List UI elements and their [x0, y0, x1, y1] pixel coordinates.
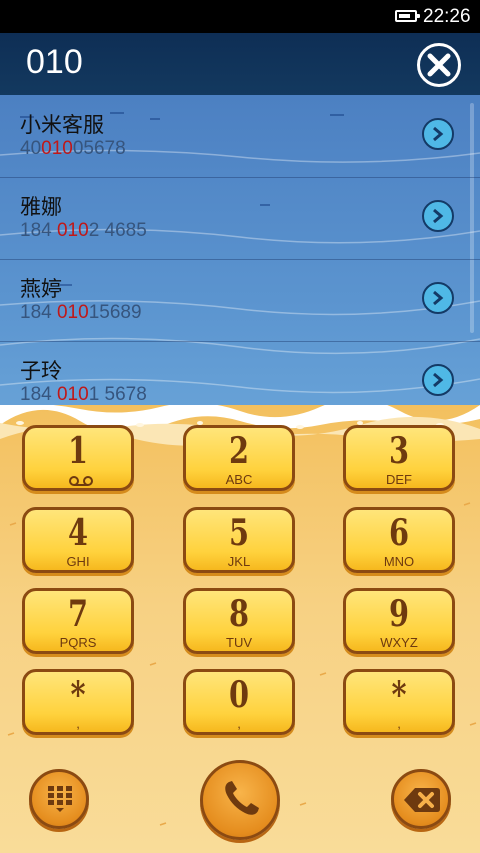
contact-row[interactable]: 雅娜 184 0102 4685 [0, 177, 480, 260]
match-highlight: 010 [41, 138, 73, 159]
match-highlight: 010 [56, 302, 89, 323]
contact-name: 小米客服 [20, 113, 104, 137]
phone-icon [225, 781, 259, 815]
key-4[interactable]: 4 GHI [22, 507, 134, 573]
contact-detail-button[interactable] [422, 200, 454, 232]
contact-number: 184 0101 5678 [20, 384, 147, 405]
chevron-right-icon [433, 290, 444, 306]
contact-detail-button[interactable] [422, 118, 454, 150]
key-2[interactable]: 2 ABC [183, 425, 295, 491]
contact-detail-button[interactable] [422, 364, 454, 396]
match-highlight: 010 [56, 384, 89, 405]
voicemail-icon [69, 476, 93, 486]
key-star[interactable]: * , [22, 669, 134, 735]
battery-icon [395, 10, 420, 22]
contact-name: 雅娜 [20, 195, 62, 219]
key-9[interactable]: 9 WXYZ [343, 588, 455, 654]
contact-detail-button[interactable] [422, 282, 454, 314]
dialer-header: 010 [0, 33, 480, 95]
chevron-right-icon [433, 372, 444, 388]
contact-number: 184 0102 4685 [20, 220, 147, 241]
clear-button[interactable] [417, 43, 461, 87]
chevron-right-icon [433, 208, 444, 224]
key-7[interactable]: 7 PQRS [22, 588, 134, 654]
delete-button[interactable] [391, 769, 451, 829]
key-0[interactable]: 0 , [183, 669, 295, 735]
contact-row[interactable]: 小米客服 4001005678 [0, 95, 480, 178]
match-highlight: 010 [56, 220, 89, 241]
chevron-right-icon [433, 126, 444, 142]
key-6[interactable]: 6 MNO [343, 507, 455, 573]
key-8[interactable]: 8 TUV [183, 588, 295, 654]
key-1[interactable]: 1 [22, 425, 134, 491]
contact-name: 燕婷 [20, 277, 62, 301]
dialed-number[interactable]: 010 [26, 43, 83, 82]
backspace-icon [404, 788, 440, 812]
contact-name: 子玲 [20, 359, 62, 383]
key-5[interactable]: 5 JKL [183, 507, 295, 573]
status-bar: 22:26 [0, 0, 480, 33]
keypad-grid-icon [48, 786, 72, 812]
key-hash[interactable]: * , [343, 669, 455, 735]
keypad-toggle-button[interactable] [29, 769, 89, 829]
contact-row[interactable]: 燕婷 184 01015689 [0, 259, 480, 342]
key-3[interactable]: 3 DEF [343, 425, 455, 491]
contact-number: 4001005678 [20, 138, 126, 159]
call-button[interactable] [200, 760, 280, 840]
status-time: 22:26 [423, 6, 471, 27]
contact-results-list: 小米客服 4001005678 雅娜 184 0102 4685 燕婷 184 … [0, 95, 480, 435]
contact-number: 184 01015689 [20, 302, 142, 323]
close-icon [427, 53, 451, 77]
